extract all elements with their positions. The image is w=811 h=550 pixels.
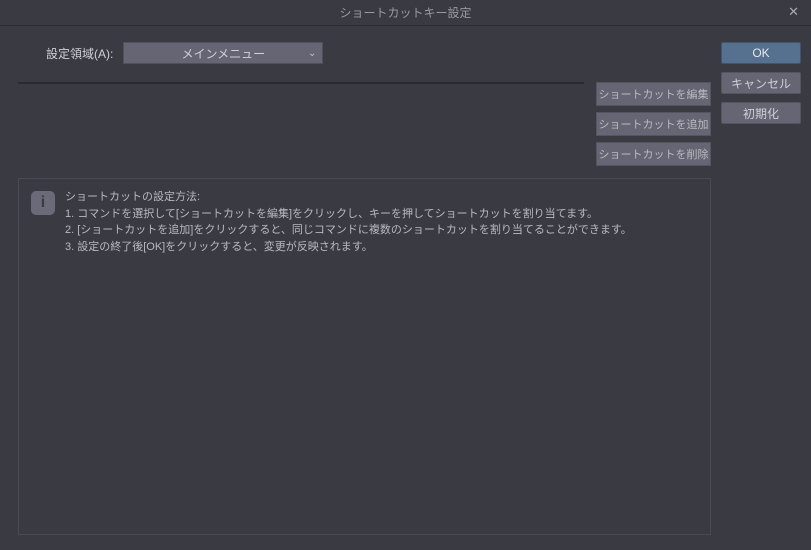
chevron-down-icon: ⌄ — [308, 48, 316, 59]
info-line: 1. コマンドを選択して[ショートカットを編集]をクリックし、キーを押してショー… — [65, 206, 632, 223]
area-select[interactable]: メインメニュー ⌄ — [123, 42, 323, 64]
info-panel: i ショートカットの設定方法: 1. コマンドを選択して[ショートカットを編集]… — [18, 178, 711, 535]
titlebar: ショートカットキー設定 ✕ — [0, 0, 811, 26]
edit-shortcut-button[interactable]: ショートカットを編集 — [596, 82, 711, 106]
add-shortcut-button[interactable]: ショートカットを追加 — [596, 112, 711, 136]
close-icon[interactable]: ✕ — [782, 4, 805, 20]
info-line: 3. 設定の終了後[OK]をクリックすると、変更が反映されます。 — [65, 239, 632, 256]
cancel-button[interactable]: キャンセル — [721, 72, 801, 94]
scroll-down-icon[interactable]: ▾ — [571, 82, 583, 83]
info-text: ショートカットの設定方法: 1. コマンドを選択して[ショートカットを編集]をク… — [65, 189, 632, 255]
area-label: 設定領域(A): — [46, 45, 113, 62]
shortcut-tree: ▸ ファイル ⌄ 編集 取り消しCtrl+Z やり直しCtrl+Y — [18, 82, 584, 84]
reset-button[interactable]: 初期化 — [721, 102, 801, 124]
info-icon: i — [31, 191, 55, 215]
dialog-title: ショートカットキー設定 — [339, 4, 471, 21]
info-line: 2. [ショートカットを追加]をクリックすると、同じコマンドに複数のショートカッ… — [65, 222, 632, 239]
info-heading: ショートカットの設定方法: — [65, 189, 632, 206]
right-column: OK キャンセル 初期化 — [721, 42, 801, 535]
delete-shortcut-button[interactable]: ショートカットを削除 — [596, 142, 711, 166]
scroll-up-icon[interactable]: ▴ — [571, 83, 583, 84]
left-column: 設定領域(A): メインメニュー ⌄ ▸ ファイル ⌄ 編集 — [18, 42, 711, 535]
tree-wrap: ▸ ファイル ⌄ 編集 取り消しCtrl+Z やり直しCtrl+Y — [18, 82, 584, 166]
area-select-value: メインメニュー — [182, 45, 266, 62]
shortcut-actions: ショートカットを編集 ショートカットを追加 ショートカットを削除 — [596, 82, 711, 166]
dialog-body: 設定領域(A): メインメニュー ⌄ ▸ ファイル ⌄ 編集 — [0, 26, 811, 541]
middle-area: ▸ ファイル ⌄ 編集 取り消しCtrl+Z やり直しCtrl+Y — [18, 82, 711, 166]
ok-button[interactable]: OK — [721, 42, 801, 64]
area-row: 設定領域(A): メインメニュー ⌄ — [18, 42, 711, 64]
